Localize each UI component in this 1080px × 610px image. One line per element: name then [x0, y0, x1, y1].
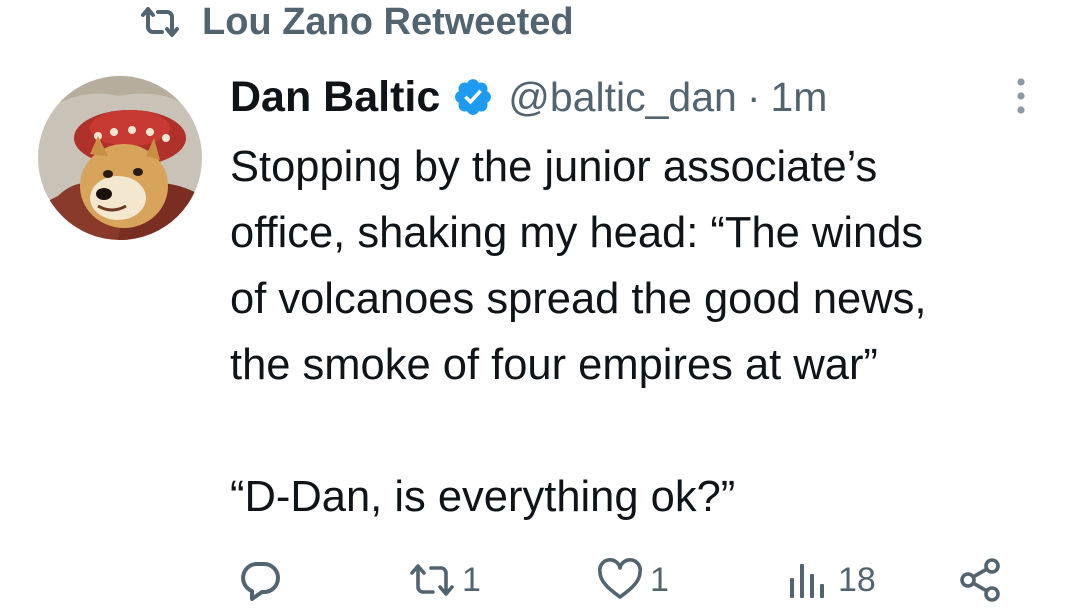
heart-icon	[598, 558, 642, 599]
tweet-line: Stopping by the junior associate’s	[230, 143, 878, 191]
author-handle[interactable]: @baltic_dan	[508, 74, 737, 121]
tweet-header: Dan Baltic @baltic_dan · 1m	[230, 68, 827, 126]
reply-button[interactable]	[236, 552, 290, 608]
tweet-actions-bar: 1 1 18	[0, 552, 1080, 608]
doge-avatar	[38, 76, 202, 240]
like-button[interactable]: 1	[596, 552, 669, 608]
tweet-line: of volcanoes spread the good news,	[230, 275, 927, 323]
more-vertical-icon	[1017, 78, 1025, 114]
verified-badge-icon[interactable]	[452, 76, 494, 118]
retweet-button[interactable]: 1	[408, 552, 481, 608]
tweet-text: Stopping by the junior associate’s offic…	[230, 134, 1060, 530]
like-count: 1	[650, 560, 669, 599]
reply-icon	[241, 562, 280, 601]
retweet-icon	[141, 7, 179, 37]
views-count: 18	[838, 560, 876, 599]
tweet-line: office, shaking my head: “The winds	[230, 209, 924, 257]
retweet-count: 1	[462, 560, 481, 599]
more-options-button[interactable]	[1004, 72, 1038, 120]
share-button[interactable]	[956, 552, 1004, 608]
avatar[interactable]	[38, 76, 202, 240]
tweet-line: “D-Dan, is everything ok?”	[230, 473, 736, 521]
retweeted-by-label: Lou Zano Retweeted	[202, 0, 574, 43]
tweet-timestamp[interactable]: 1m	[770, 74, 827, 121]
share-icon	[960, 558, 1000, 602]
retweet-icon	[410, 564, 454, 596]
retweet-indicator[interactable]: Lou Zano Retweeted	[140, 0, 574, 44]
views-icon	[790, 564, 824, 598]
views-button[interactable]: 18	[784, 552, 876, 608]
separator-dot: ·	[746, 73, 761, 120]
author-display-name[interactable]: Dan Baltic	[230, 73, 440, 122]
tweet-line: the smoke of four empires at war”	[230, 341, 878, 389]
